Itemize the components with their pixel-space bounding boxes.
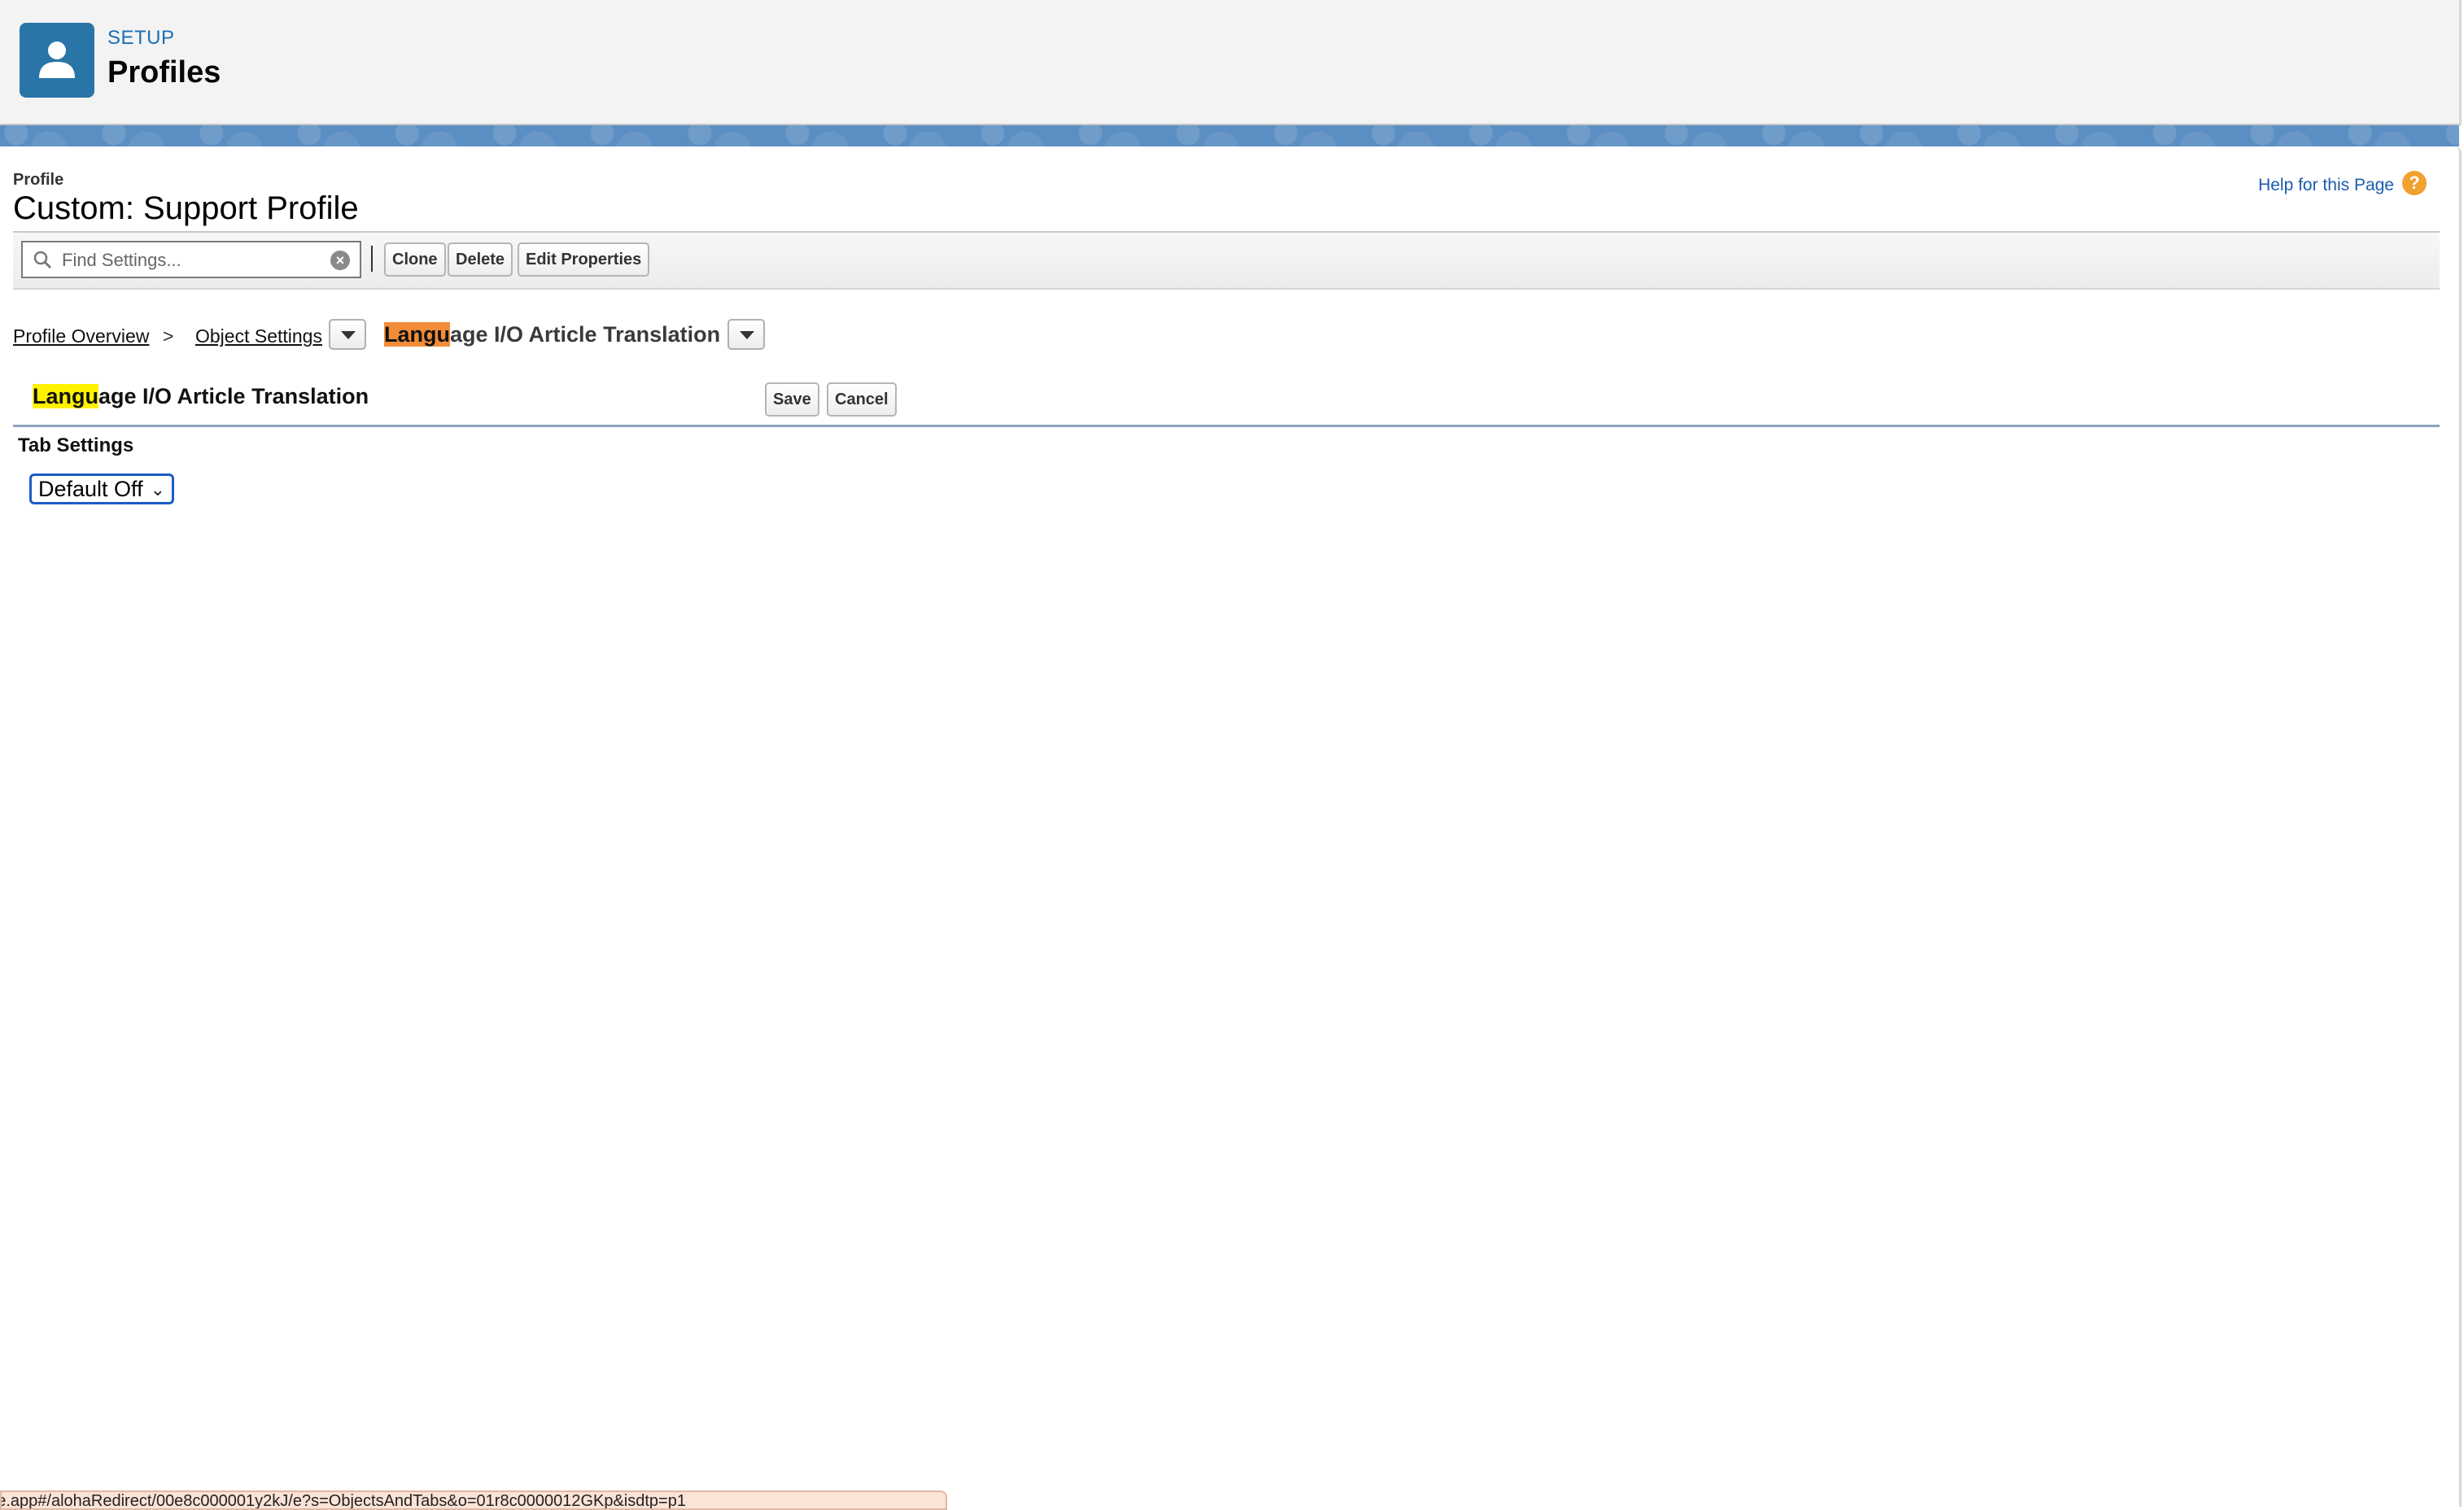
status-url: one.app#/alohaRedirect/00e8c000001y2kJ/e… <box>0 1492 686 1510</box>
breadcrumb-current: Language I/O Article Translation <box>384 322 720 347</box>
breadcrumb-profile-overview[interactable]: Profile Overview <box>13 325 149 347</box>
tab-settings-label: Tab Settings <box>18 434 134 456</box>
page-title: Profiles <box>107 55 221 89</box>
profile-name: Custom: Support Profile <box>13 190 359 226</box>
clear-search-icon[interactable]: × <box>330 251 350 270</box>
setup-header: SETUP Profiles <box>0 0 2462 125</box>
section-divider <box>13 425 2440 427</box>
toolbar-separator <box>371 246 373 272</box>
delete-button[interactable]: Delete <box>448 242 513 277</box>
tab-settings-selected-value: Default Off <box>38 477 143 501</box>
help-link[interactable]: Help for this Page <box>2258 176 2394 195</box>
save-button[interactable]: Save <box>765 382 819 417</box>
header-decorative-band <box>0 125 2459 146</box>
tab-settings-select[interactable]: Default Off ⌄ <box>29 474 174 504</box>
find-settings-search[interactable]: × <box>21 241 361 278</box>
cancel-button[interactable]: Cancel <box>827 382 897 417</box>
edit-properties-button[interactable]: Edit Properties <box>518 242 650 277</box>
breadcrumb-current-rest: age I/O Article Translation <box>450 322 721 347</box>
clone-button[interactable]: Clone <box>384 242 446 277</box>
breadcrumb-object-settings[interactable]: Object Settings <box>195 325 322 347</box>
setup-label: SETUP <box>107 27 175 49</box>
help-icon[interactable]: ? <box>2402 171 2427 195</box>
search-match-highlight: Langu <box>384 322 450 347</box>
object-dropdown-button[interactable] <box>727 319 765 350</box>
search-match-highlight: Langu <box>33 384 98 408</box>
section-title-rest: age I/O Article Translation <box>98 384 369 408</box>
status-url-bar: one.app#/alohaRedirect/00e8c000001y2kJ/e… <box>0 1490 947 1510</box>
profile-label: Profile <box>13 171 64 189</box>
search-input[interactable] <box>60 247 324 273</box>
toolbar: × Clone Delete Edit Properties <box>13 233 2440 290</box>
section-title: Language I/O Article Translation <box>33 384 369 409</box>
object-settings-dropdown-button[interactable] <box>329 319 366 350</box>
user-icon <box>20 23 94 98</box>
main-content: Profile Custom: Support Profile Help for… <box>0 146 2462 1507</box>
chevron-down-icon: ⌄ <box>150 479 165 500</box>
search-icon <box>33 251 52 269</box>
breadcrumb-separator: > <box>163 325 174 347</box>
